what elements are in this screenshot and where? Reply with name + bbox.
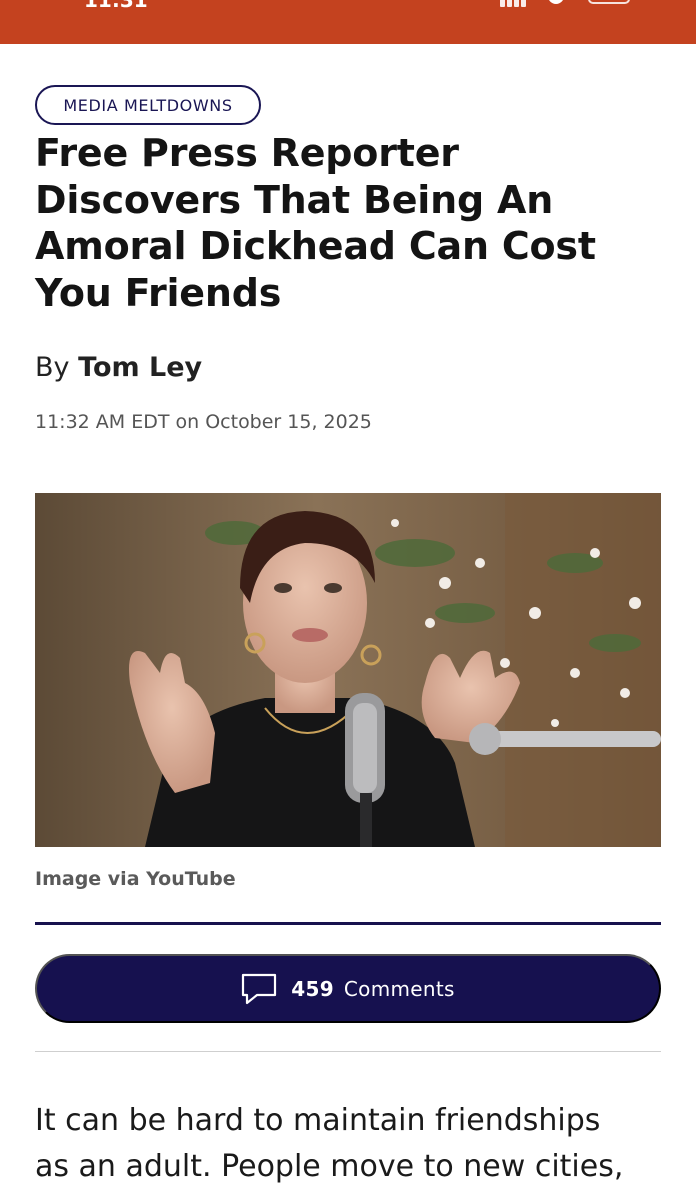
byline: By Tom Ley <box>35 352 202 383</box>
comments-count: 459 <box>291 976 334 1001</box>
image-caption: Image via YouTube <box>35 868 236 890</box>
divider <box>35 922 661 925</box>
category-tag[interactable]: MEDIA MELTDOWNS <box>35 85 261 125</box>
byline-prefix: By <box>35 352 70 383</box>
battery-icon <box>588 0 630 4</box>
hero-photo <box>35 493 661 847</box>
divider-light <box>35 1051 661 1052</box>
comments-button[interactable]: 459 Comments <box>35 954 661 1023</box>
status-bar: 11:31 <box>0 0 696 44</box>
comments-label: Comments <box>343 976 455 1001</box>
article-body: It can be hard to maintain friendships a… <box>35 1098 675 1190</box>
signal-icon <box>500 0 534 7</box>
article-headline: Free Press Reporter Discovers That Being… <box>35 131 596 315</box>
author-link[interactable]: Tom Ley <box>78 352 202 383</box>
speech-bubble-icon <box>242 973 277 1004</box>
body-line: It can be hard to maintain friendships <box>35 1103 601 1138</box>
wifi-icon <box>548 0 564 4</box>
body-line: as an adult. People move to new cities, <box>35 1149 624 1184</box>
status-time: 11:31 <box>84 0 148 12</box>
publish-timestamp: 11:32 AM EDT on October 15, 2025 <box>35 411 372 433</box>
hero-image <box>35 493 661 847</box>
